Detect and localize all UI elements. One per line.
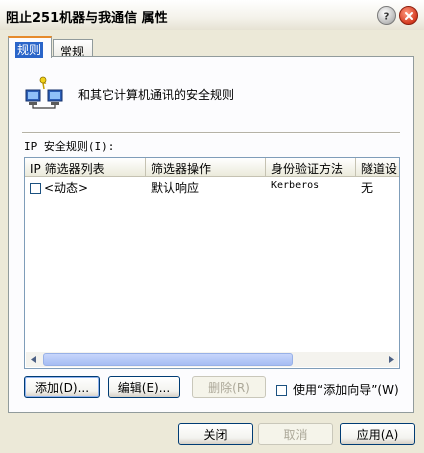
tab-rules[interactable]: 规则 bbox=[8, 36, 52, 58]
close-icon bbox=[404, 11, 413, 20]
scroll-right-button[interactable] bbox=[383, 352, 398, 367]
list-header: IP 筛选器列表 筛选器操作 身份验证方法 隧道设 bbox=[25, 158, 399, 177]
column-header-filter-action[interactable]: 筛选器操作 bbox=[146, 158, 266, 176]
arrow-right-icon bbox=[388, 356, 394, 363]
apply-button[interactable]: 应用(A) bbox=[340, 423, 415, 445]
row-auth-method: Kerberos bbox=[271, 180, 320, 191]
add-button[interactable]: 添加(D)... bbox=[24, 376, 100, 398]
column-header-filter-list[interactable]: IP 筛选器列表 bbox=[25, 158, 146, 176]
close-dialog-button[interactable]: 关闭 bbox=[178, 423, 253, 445]
wizard-checkbox[interactable] bbox=[276, 385, 287, 396]
cancel-button[interactable]: 取消 bbox=[258, 423, 333, 445]
properties-dialog: 阻止251机器与我通信 属性 ? 常规 规则 和其它计算机通讯的安全规则 IP … bbox=[0, 0, 424, 453]
row-tunnel: 无 bbox=[361, 181, 374, 194]
svg-text:?: ? bbox=[384, 12, 390, 22]
window-title: 阻止251机器与我通信 属性 bbox=[6, 11, 168, 26]
question-mark-icon: ? bbox=[384, 12, 390, 22]
row-filter-list: <动态> bbox=[44, 181, 89, 194]
horizontal-scrollbar[interactable] bbox=[26, 352, 398, 367]
scroll-left-button[interactable] bbox=[26, 352, 41, 367]
title-bar[interactable]: 阻止251机器与我通信 属性 ? bbox=[0, 0, 424, 30]
row-filter-list-cell: <动态> bbox=[25, 177, 146, 194]
header-description: 和其它计算机通讯的安全规则 bbox=[78, 88, 235, 102]
rule-checkbox[interactable] bbox=[30, 183, 41, 194]
wizard-label: 使用“添加向导”(W) bbox=[293, 383, 399, 397]
tab-rules-label: 规则 bbox=[15, 42, 44, 58]
remove-button[interactable]: 删除(R) bbox=[192, 376, 266, 398]
ip-rules-label: IP 安全规则(I): bbox=[24, 140, 115, 153]
separator bbox=[22, 132, 400, 134]
table-row[interactable]: <动态> 默认响应 Kerberos 无 bbox=[25, 177, 396, 194]
row-filter-action: 默认响应 bbox=[151, 181, 200, 194]
use-wizard-option[interactable]: 使用“添加向导”(W) bbox=[276, 381, 399, 398]
ip-rules-list[interactable]: IP 筛选器列表 筛选器操作 身份验证方法 隧道设 <动态> 默认响应 Kerb… bbox=[24, 157, 400, 369]
close-button[interactable] bbox=[399, 6, 418, 25]
edit-button[interactable]: 编辑(E)... bbox=[108, 376, 180, 398]
help-button[interactable]: ? bbox=[377, 6, 396, 25]
arrow-left-icon bbox=[30, 356, 36, 363]
column-header-auth-method[interactable]: 身份验证方法 bbox=[266, 158, 356, 176]
column-header-tunnel[interactable]: 隧道设 bbox=[356, 158, 399, 176]
scrollbar-thumb[interactable] bbox=[43, 353, 293, 366]
network-computers-icon bbox=[25, 76, 63, 109]
